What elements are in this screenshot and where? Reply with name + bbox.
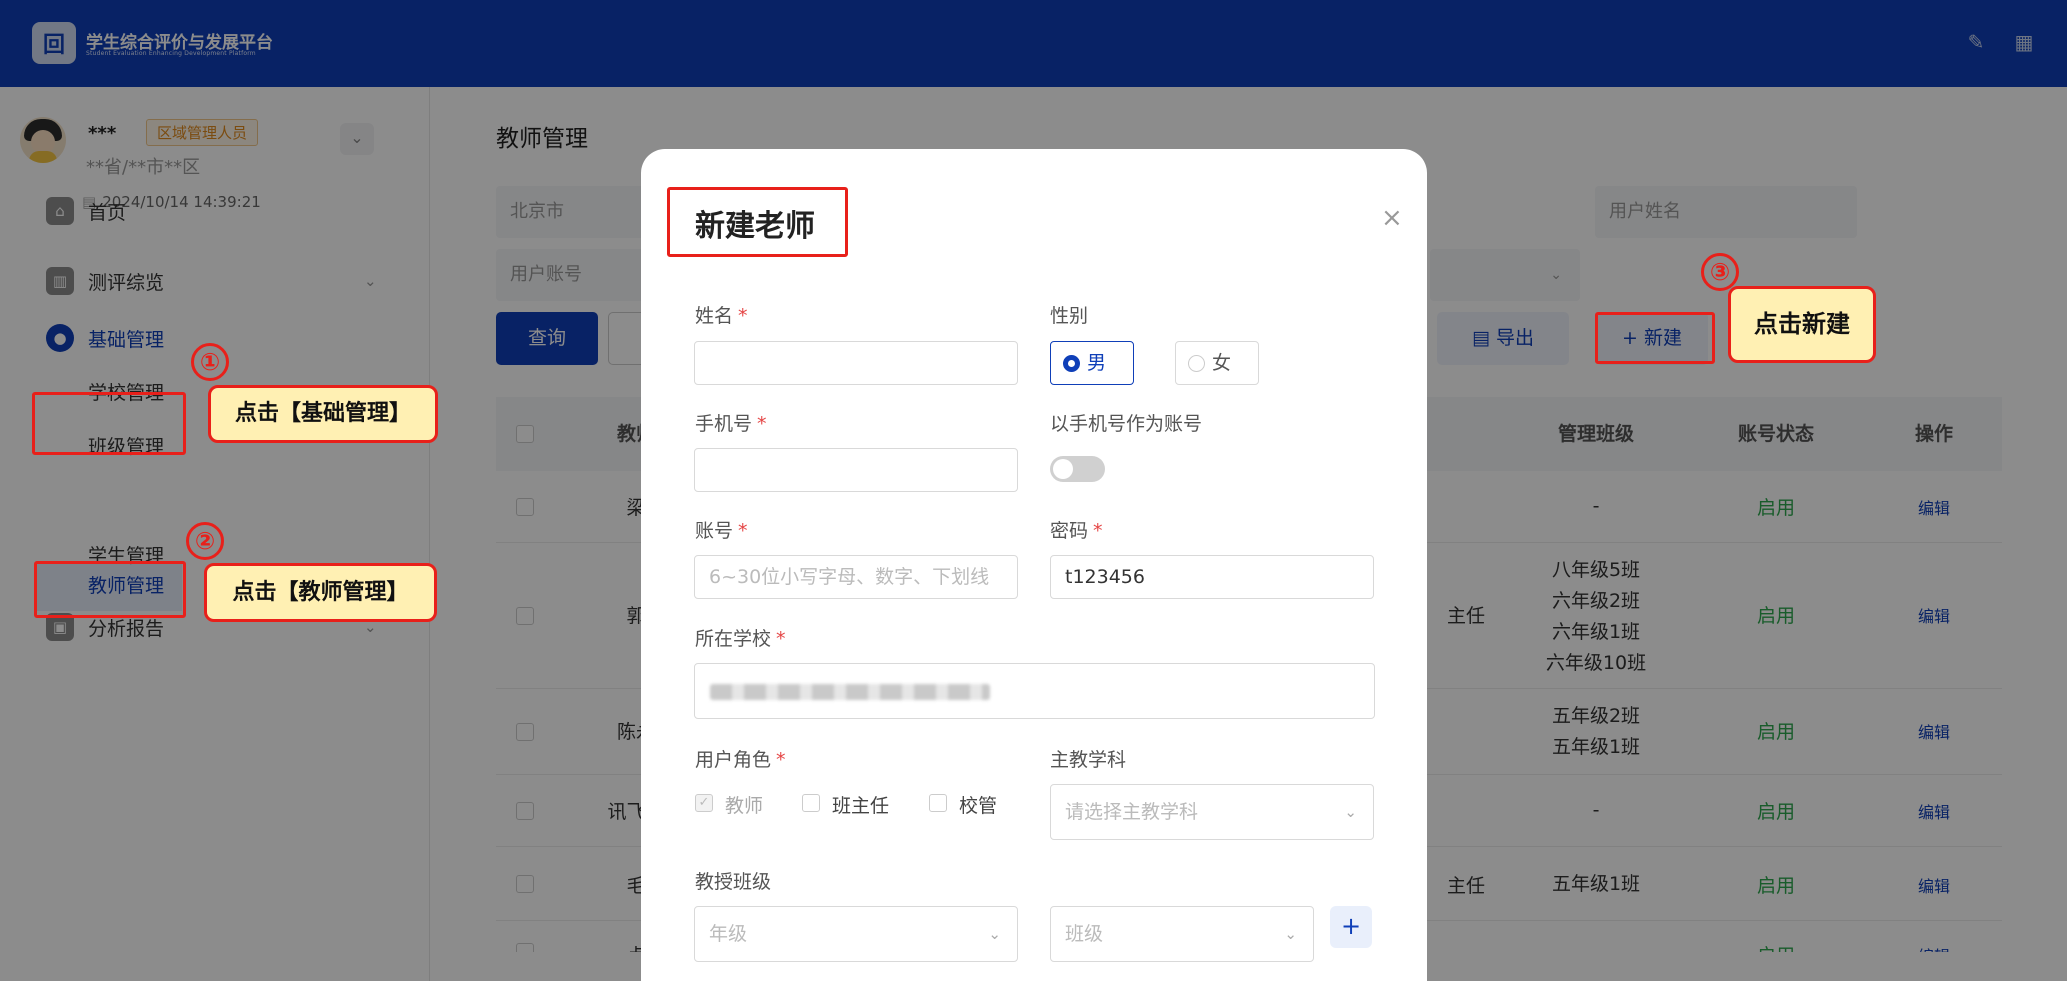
radio-dot-icon xyxy=(1188,355,1205,372)
chevron-down-icon: ⌄ xyxy=(1344,803,1357,821)
role-label: 用户角色 * xyxy=(695,749,786,771)
callout-step3: 点击新建 xyxy=(1728,286,1876,363)
radio-dot-icon xyxy=(1063,355,1080,372)
name-field[interactable] xyxy=(694,341,1018,385)
callout-step1: 点击【基础管理】 xyxy=(208,385,438,443)
role-head-teacher-checkbox[interactable]: 班主任 xyxy=(802,791,889,818)
step-number-3: ③ xyxy=(1701,253,1739,291)
class-select[interactable]: 班级 ⌄ xyxy=(1050,906,1314,962)
highlight-dialog-title xyxy=(667,187,848,257)
check-icon: ✓ xyxy=(695,794,713,812)
highlight-basic-management xyxy=(32,392,186,455)
step-number-1: ① xyxy=(191,343,229,381)
close-icon[interactable]: × xyxy=(1381,203,1403,233)
phone-as-account-toggle[interactable] xyxy=(1050,456,1105,482)
gender-label: 性别 xyxy=(1050,305,1089,327)
grade-select[interactable]: 年级 ⌄ xyxy=(694,906,1018,962)
role-teacher-checkbox[interactable]: ✓ 教师 xyxy=(695,791,763,818)
highlight-new-button xyxy=(1595,312,1715,364)
blurred-school-name xyxy=(710,684,990,700)
name-label: 姓名 * xyxy=(695,305,748,327)
new-teacher-dialog: 新建老师 × 姓名 * 性别 男 女 手机号 * 以手机号作为账号 账号 * 6~30… xyxy=(641,149,1427,981)
gender-female-radio[interactable]: 女 xyxy=(1175,341,1259,385)
account-label: 账号 * xyxy=(695,520,748,542)
step-number-2: ② xyxy=(186,522,224,560)
phone-label: 手机号 * xyxy=(695,413,767,435)
gender-male-radio[interactable]: 男 xyxy=(1050,341,1134,385)
highlight-teacher-management xyxy=(34,561,186,618)
role-school-admin-checkbox[interactable]: 校管 xyxy=(929,791,997,818)
subject-select[interactable]: 请选择主教学科 ⌄ xyxy=(1050,784,1374,840)
password-label: 密码 * xyxy=(1050,520,1103,542)
chevron-down-icon: ⌄ xyxy=(988,925,1001,943)
account-field[interactable]: 6~30位小写字母、数字、下划线 xyxy=(694,555,1018,599)
phone-field[interactable] xyxy=(694,448,1018,492)
classes-label: 教授班级 xyxy=(695,871,772,893)
callout-step2: 点击【教师管理】 xyxy=(204,563,437,622)
chevron-down-icon: ⌄ xyxy=(1284,925,1297,943)
subject-label: 主教学科 xyxy=(1050,749,1127,771)
password-field[interactable]: t123456 xyxy=(1050,555,1374,599)
phone-as-account-label: 以手机号作为账号 xyxy=(1050,413,1203,435)
add-class-button[interactable]: + xyxy=(1330,906,1372,948)
school-label: 所在学校 * xyxy=(695,628,786,650)
